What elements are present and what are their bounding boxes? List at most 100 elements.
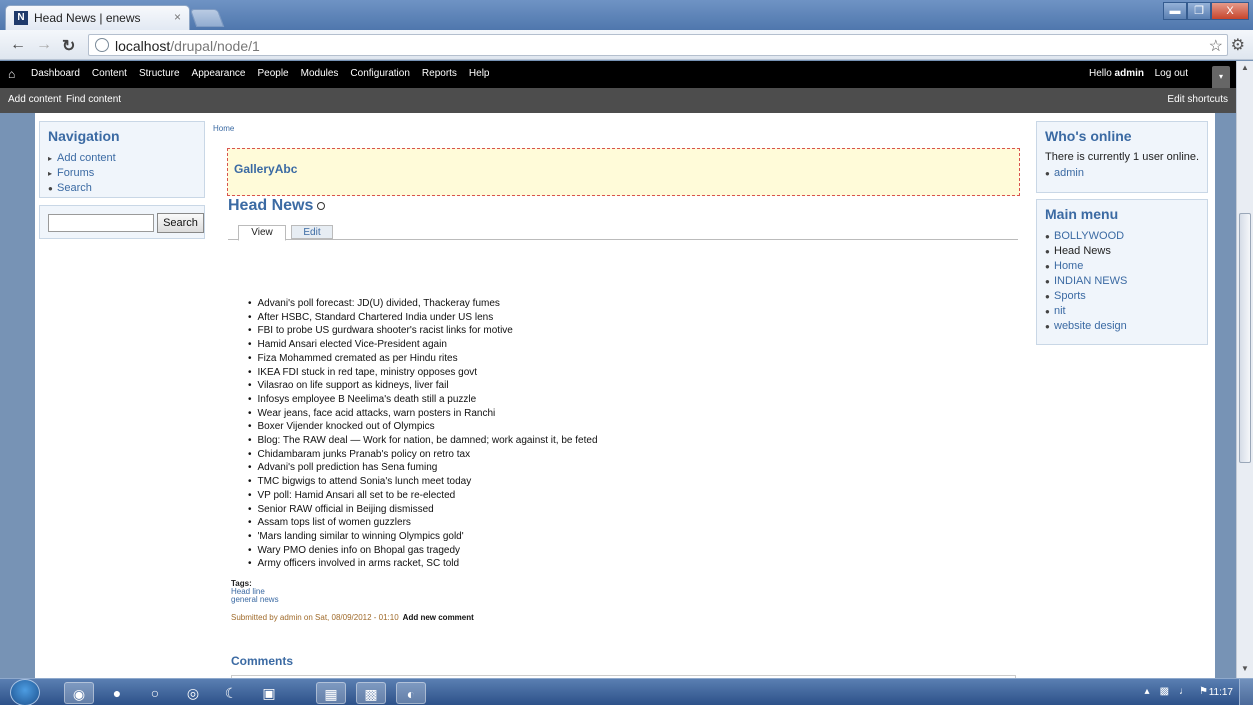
tag-link[interactable]: general news [231, 596, 279, 604]
menu-help[interactable]: Help [463, 68, 496, 79]
online-user[interactable]: ● admin [1045, 166, 1207, 181]
main-menu-title: Main menu [1045, 206, 1119, 222]
list-item: Fiza Mohammed cremated as per Hindu rite… [248, 352, 598, 366]
admin-menu: Dashboard Content Structure Appearance P… [25, 68, 496, 79]
search-input[interactable] [48, 214, 154, 232]
main-menu-item-sports[interactable]: ● Sports [1045, 289, 1207, 304]
list-item: Advani's poll forecast: JD(U) divided, T… [248, 297, 598, 311]
reload-icon[interactable]: ↻ [62, 36, 75, 56]
main-menu-item-home[interactable]: ● Home [1045, 259, 1207, 274]
nav-item-add-content[interactable]: ▸ Add content [48, 151, 204, 166]
internet-explorer-icon[interactable]: ☾ [216, 682, 246, 704]
edit-shortcuts-link[interactable]: Edit shortcuts [1167, 94, 1228, 105]
logout-link[interactable]: Log out [1155, 68, 1188, 79]
main-menu-item-bollywood[interactable]: ● BOLLYWOOD [1045, 229, 1207, 244]
shortcut-add-content[interactable]: Add content [8, 94, 61, 105]
list-item: IKEA FDI stuck in red tape, ministry opp… [248, 366, 598, 380]
close-window-button[interactable]: X [1211, 2, 1249, 20]
paint-icon[interactable]: ◐ [396, 682, 426, 704]
show-desktop-button[interactable] [1239, 679, 1253, 705]
folder-icon[interactable]: ▣ [254, 682, 284, 704]
menu-item-label: INDIAN NEWS [1054, 275, 1128, 287]
tab-close-icon[interactable]: × [174, 10, 181, 24]
nav-item-search[interactable]: ● Search [48, 181, 204, 196]
action-center-icon[interactable]: ⚑ [1199, 686, 1208, 697]
menu-dashboard[interactable]: Dashboard [25, 68, 86, 79]
start-button[interactable] [10, 679, 40, 705]
bullet-icon: ● [1045, 322, 1050, 331]
menu-people[interactable]: People [251, 68, 294, 79]
browser-tab[interactable]: N Head News | enews × [5, 5, 190, 30]
tab-edit[interactable]: Edit [291, 225, 333, 239]
bullet-icon: ● [1045, 292, 1050, 301]
page-title-text: Head News [228, 197, 314, 214]
menu-modules[interactable]: Modules [295, 68, 345, 79]
list-item: Army officers involved in arms racket, S… [248, 557, 598, 571]
gallery-title[interactable]: GalleryAbc [234, 162, 297, 176]
list-item: VP poll: Hamid Ansari all set to be re-e… [248, 489, 598, 503]
comments-title: Comments [231, 654, 294, 668]
breadcrumb[interactable]: Home [213, 124, 234, 133]
online-count-text: There is currently 1 user online. [1045, 151, 1200, 163]
favicon-icon: N [14, 11, 28, 25]
list-item: Wear jeans, face acid attacks, warn post… [248, 407, 598, 421]
menu-structure[interactable]: Structure [133, 68, 186, 79]
menu-configuration[interactable]: Configuration [344, 68, 415, 79]
home-icon[interactable]: ⌂ [8, 67, 15, 81]
main-menu-item-website-design[interactable]: ● website design [1045, 319, 1207, 334]
list-item: TMC bigwigs to attend Sonia's lunch meet… [248, 475, 598, 489]
add-comment-link[interactable]: Add new comment [403, 613, 474, 622]
bullet-icon: ● [1045, 277, 1050, 286]
network-tray-icon[interactable]: ▩ [1160, 686, 1169, 697]
address-bar[interactable]: localhost/drupal/node/1 [88, 34, 1228, 56]
toolbar-toggle-button[interactable]: ▾ [1212, 66, 1230, 88]
taskbar: ◉ ● ○ ◎ ☾ ▣ ▦ ▩ ◐ ▴ ▩ ♩ ⚑ 11:17 [0, 678, 1253, 705]
explorer-window-icon[interactable]: ▦ [316, 682, 346, 704]
bullet-icon: ● [1045, 247, 1050, 256]
url-text: localhost/drupal/node/1 [115, 38, 260, 54]
scroll-up-arrow-icon[interactable]: ▲ [1239, 63, 1251, 75]
network-globe-icon[interactable]: ◎ [178, 682, 208, 704]
wrench-menu-icon[interactable]: ⚙ [1231, 35, 1245, 55]
menu-content[interactable]: Content [86, 68, 133, 79]
chat-icon[interactable]: ○ [140, 682, 170, 704]
list-item: After HSBC, Standard Chartered India und… [248, 311, 598, 325]
menu-reports[interactable]: Reports [416, 68, 463, 79]
main-menu-item-nit[interactable]: ● nit [1045, 304, 1207, 319]
back-arrow-icon[interactable]: ← [10, 36, 26, 54]
nav-item-forums[interactable]: ▸ Forums [48, 166, 204, 181]
clock[interactable]: 11:17 [1209, 687, 1233, 698]
main-menu-item-indian-news[interactable]: ● INDIAN NEWS [1045, 274, 1207, 289]
shortcut-find-content[interactable]: Find content [66, 94, 121, 105]
contextual-links-icon[interactable] [317, 201, 326, 210]
bookmark-star-icon[interactable]: ☆ [1209, 36, 1223, 56]
bullet-icon: ● [1045, 262, 1050, 271]
vertical-scrollbar[interactable]: ▲ ▼ [1236, 61, 1253, 678]
menu-appearance[interactable]: Appearance [186, 68, 252, 79]
app-window-icon[interactable]: ▩ [356, 682, 386, 704]
volume-icon[interactable]: ♩ [1179, 686, 1189, 697]
tab-view[interactable]: View [238, 225, 286, 241]
forward-arrow-icon[interactable]: → [36, 36, 52, 54]
scroll-down-arrow-icon[interactable]: ▼ [1239, 664, 1251, 676]
navigation-title: Navigation [48, 128, 120, 144]
user-name[interactable]: admin [1115, 68, 1144, 79]
list-item: Blog: The RAW deal — Work for nation, be… [248, 434, 598, 448]
list-item: Chidambaram junks Pranab's policy on ret… [248, 448, 598, 462]
url-path: /drupal/node/1 [170, 38, 260, 54]
menu-item-label: Sports [1054, 290, 1086, 302]
scrollbar-thumb[interactable] [1239, 213, 1251, 463]
new-tab-button[interactable] [189, 9, 225, 27]
maximize-button[interactable]: ❐ [1187, 2, 1211, 20]
main-menu-item-head-news[interactable]: ● Head News [1045, 244, 1207, 259]
minimize-button[interactable]: ▬ [1163, 2, 1187, 20]
browser-tab-strip: N Head News | enews × ▬ ❐ X [0, 0, 1253, 30]
shortcuts-bar: Add content Find content Edit shortcuts [0, 88, 1236, 113]
search-button[interactable]: Search [157, 213, 204, 233]
list-item: FBI to probe US gurdwara shooter's racis… [248, 324, 598, 338]
chrome-icon[interactable]: ◉ [64, 682, 94, 704]
hello-text: Hello [1088, 68, 1112, 79]
page-info-icon[interactable] [95, 38, 109, 52]
tray-expand-icon[interactable]: ▴ [1145, 686, 1150, 697]
firefox-icon[interactable]: ● [102, 682, 132, 704]
